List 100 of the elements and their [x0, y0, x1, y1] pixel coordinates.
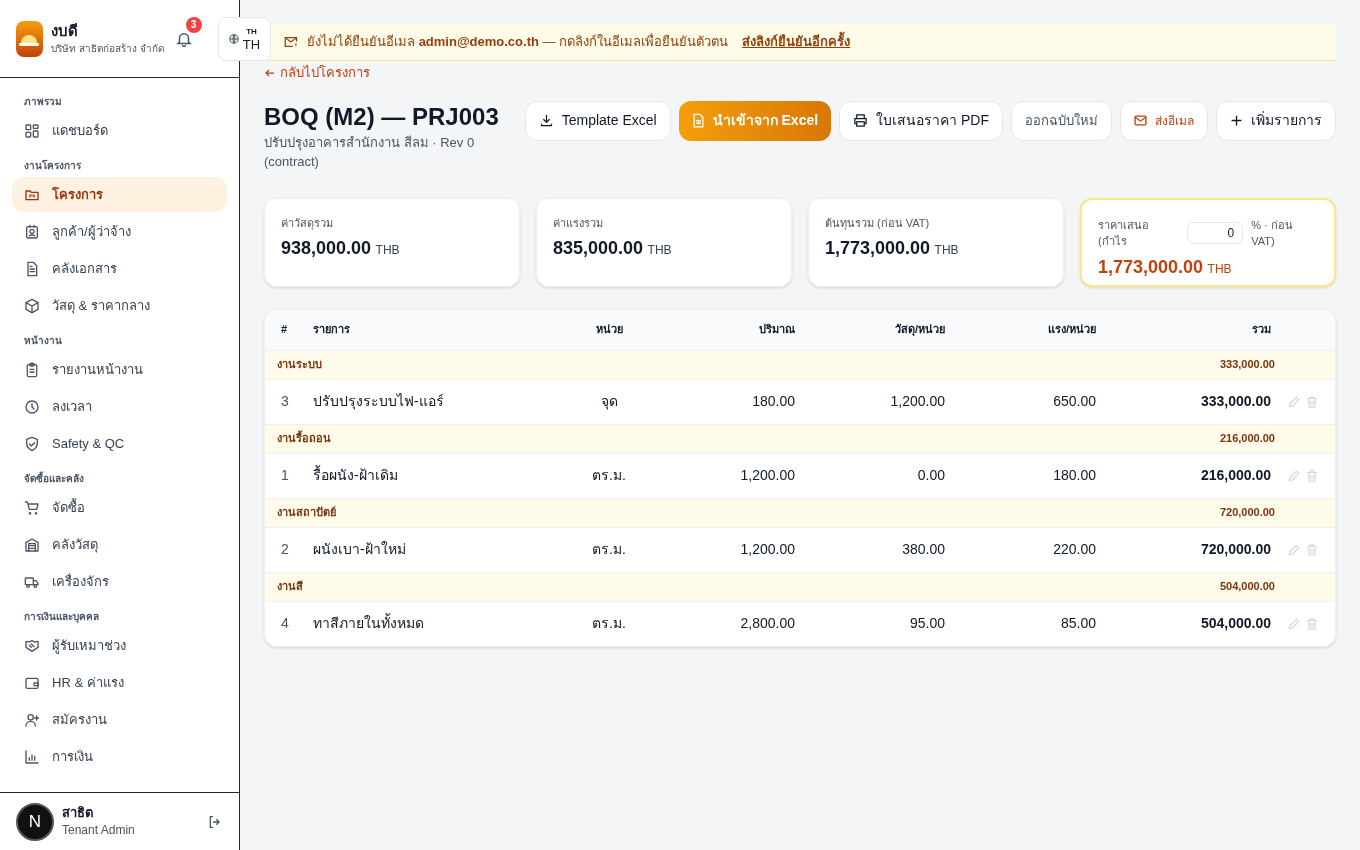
currency-label: THB	[375, 243, 400, 257]
column-header: รายการ	[313, 322, 351, 338]
column-header: วัสดุ/หน่วย	[893, 322, 945, 338]
shield-check-icon	[24, 435, 40, 452]
table-cell-text: 180.00	[1052, 466, 1096, 485]
page-title: BOQ (M2) — PRJ003	[264, 101, 500, 132]
edit-button[interactable]	[1287, 468, 1301, 483]
language-code: TH	[242, 37, 261, 51]
edit-button[interactable]	[1287, 394, 1301, 409]
handshake-icon	[24, 637, 40, 654]
nav-item[interactable]: Safety & QC	[12, 426, 227, 461]
table-cell-text: 1,200.00	[739, 540, 795, 559]
new-revision-button[interactable]: ออกฉบับใหม่	[1011, 100, 1112, 141]
quote-label: ราคาเสนอ (กำไร	[1098, 217, 1150, 249]
nav-item[interactable]: ลูกค้า/ผู้ว่าจ้าง	[12, 214, 227, 249]
table-cell-text: จุด	[599, 392, 619, 412]
trash-icon	[1305, 542, 1319, 557]
delete-button[interactable]	[1305, 394, 1319, 409]
nav-item[interactable]: สมัครงาน	[12, 702, 227, 737]
table-cell-text: 85.00	[1059, 614, 1096, 633]
nav-item[interactable]: จัดซื้อ	[12, 490, 227, 525]
nav-item[interactable]: รายงานหน้างาน	[12, 352, 227, 387]
nav-section-title: จัดซื้อและคลัง	[23, 471, 85, 486]
table-cell-text: ตร.ม.	[591, 540, 627, 559]
margin-input[interactable]: 0	[1187, 222, 1244, 244]
app-logo	[16, 20, 43, 57]
email-button[interactable]: ส่งอีเมล	[1120, 100, 1208, 141]
download-icon	[538, 113, 554, 128]
box-icon	[24, 297, 40, 314]
edit-button[interactable]	[1287, 542, 1301, 557]
clipboard-icon	[24, 361, 40, 378]
table-cell-text: 180.00	[751, 392, 795, 411]
nav-item[interactable]: การเงิน	[12, 739, 227, 774]
template-button[interactable]: Template Excel	[524, 100, 671, 141]
column-header: หน่วย	[594, 322, 624, 338]
table-cell-text: 720,000.00	[1199, 540, 1271, 559]
resend-link[interactable]: ส่งลิงก์ยืนยันอีกครั้ง	[742, 32, 851, 52]
table-cell-text: ปรับปรุงระบบไฟ-แอร์	[313, 392, 445, 412]
table-cell-text: 4	[280, 614, 290, 633]
nav-item[interactable]: ผู้รับเหมาช่วง	[12, 628, 227, 663]
spreadsheet-icon	[691, 113, 705, 128]
nav-section-title: ภาพรวม	[23, 95, 63, 109]
trash-icon	[1305, 616, 1319, 631]
grid-icon	[24, 122, 40, 139]
table-cell-text: 504,000.00	[1199, 614, 1271, 633]
company-name: บริษัท สาธิตก่อสร้าง จำกัด	[50, 42, 164, 56]
pdf-quote-button[interactable]: ใบเสนอราคา PDF	[839, 100, 1003, 141]
nav-item[interactable]: คลังวัสดุ	[12, 527, 227, 562]
summary-label: ค่าวัสดุรวม	[281, 215, 334, 231]
nav-section-title: งานโครงการ	[23, 159, 82, 173]
bar-chart-icon	[24, 748, 40, 765]
document-icon	[24, 260, 40, 277]
edit-button[interactable]	[1287, 616, 1301, 631]
column-header: แรง/หน่วย	[1046, 322, 1096, 338]
plus-icon	[1230, 114, 1243, 127]
warehouse-icon	[24, 536, 40, 553]
nav-item[interactable]: วัสดุ & ราคากลาง	[12, 288, 227, 323]
back-link[interactable]: กลับไปโครงการ	[264, 63, 370, 83]
trash-icon	[1305, 468, 1319, 483]
add-item-button[interactable]: เพิ่มรายการ	[1216, 100, 1336, 141]
table-cell-text: 2	[280, 540, 290, 559]
nav-section-title: หน้างาน	[23, 334, 63, 348]
group-name: งานระบบ	[277, 357, 322, 373]
user-avatar[interactable]: N	[16, 802, 54, 841]
table-cell-text: 650.00	[1052, 392, 1096, 411]
language-code-small: TH	[246, 27, 257, 36]
quote-value: 1,773,000.00	[1098, 256, 1204, 277]
table-cell-text: รื้อผนัง-ฝ้าเดิม	[313, 465, 399, 485]
table-cell-text: 1,200.00	[739, 466, 795, 485]
user-role: Tenant Admin	[62, 821, 135, 839]
banner-message: ยังไม่ได้ยืนยันอีเมล admin@demo.co.th — กดลิงก์ในอีเมลเพื่อยืนยันตัวตน	[307, 32, 729, 52]
pencil-icon	[1287, 394, 1301, 409]
column-header: #	[280, 322, 289, 338]
contact-card-icon	[24, 223, 40, 240]
delete-button[interactable]	[1305, 616, 1319, 631]
nav-item[interactable]: เครื่องจักร	[12, 564, 227, 599]
table-cell-text: 3	[280, 392, 290, 411]
group-subtotal: 504,000.00	[1219, 579, 1275, 595]
table-cell-text: 1	[280, 466, 290, 485]
nav-item[interactable]: แดชบอร์ด	[12, 113, 227, 148]
table-cell-text: 1,200.00	[889, 392, 945, 411]
nav-item[interactable]: คลังเอกสาร	[12, 251, 227, 286]
table-cell-text: ตร.ม.	[591, 614, 627, 633]
summary-value: 1,773,000.00	[825, 238, 931, 258]
delete-button[interactable]	[1305, 468, 1319, 483]
language-button[interactable]: TH TH	[218, 17, 271, 61]
nav-item[interactable]: ลงเวลา	[12, 389, 227, 424]
pencil-icon	[1287, 468, 1301, 483]
group-name: งานสถาปัตย์	[277, 505, 336, 521]
nav-item[interactable]: โครงการ	[12, 177, 227, 212]
table-cell-text: 220.00	[1052, 540, 1096, 559]
column-header: ปริมาณ	[758, 322, 795, 338]
app-name: งบดี	[50, 21, 79, 41]
table-cell-text: 216,000.00	[1199, 466, 1271, 485]
user-plus-icon	[24, 711, 40, 728]
nav-item[interactable]: HR & ค่าแรง	[12, 665, 227, 700]
mail-alert-icon	[284, 35, 299, 49]
clock-icon	[24, 398, 40, 415]
delete-button[interactable]	[1305, 542, 1319, 557]
page-subtitle: ปรับปรุงอาคารสำนักงาน สีลม · Rev 0 (contract)	[264, 133, 476, 171]
